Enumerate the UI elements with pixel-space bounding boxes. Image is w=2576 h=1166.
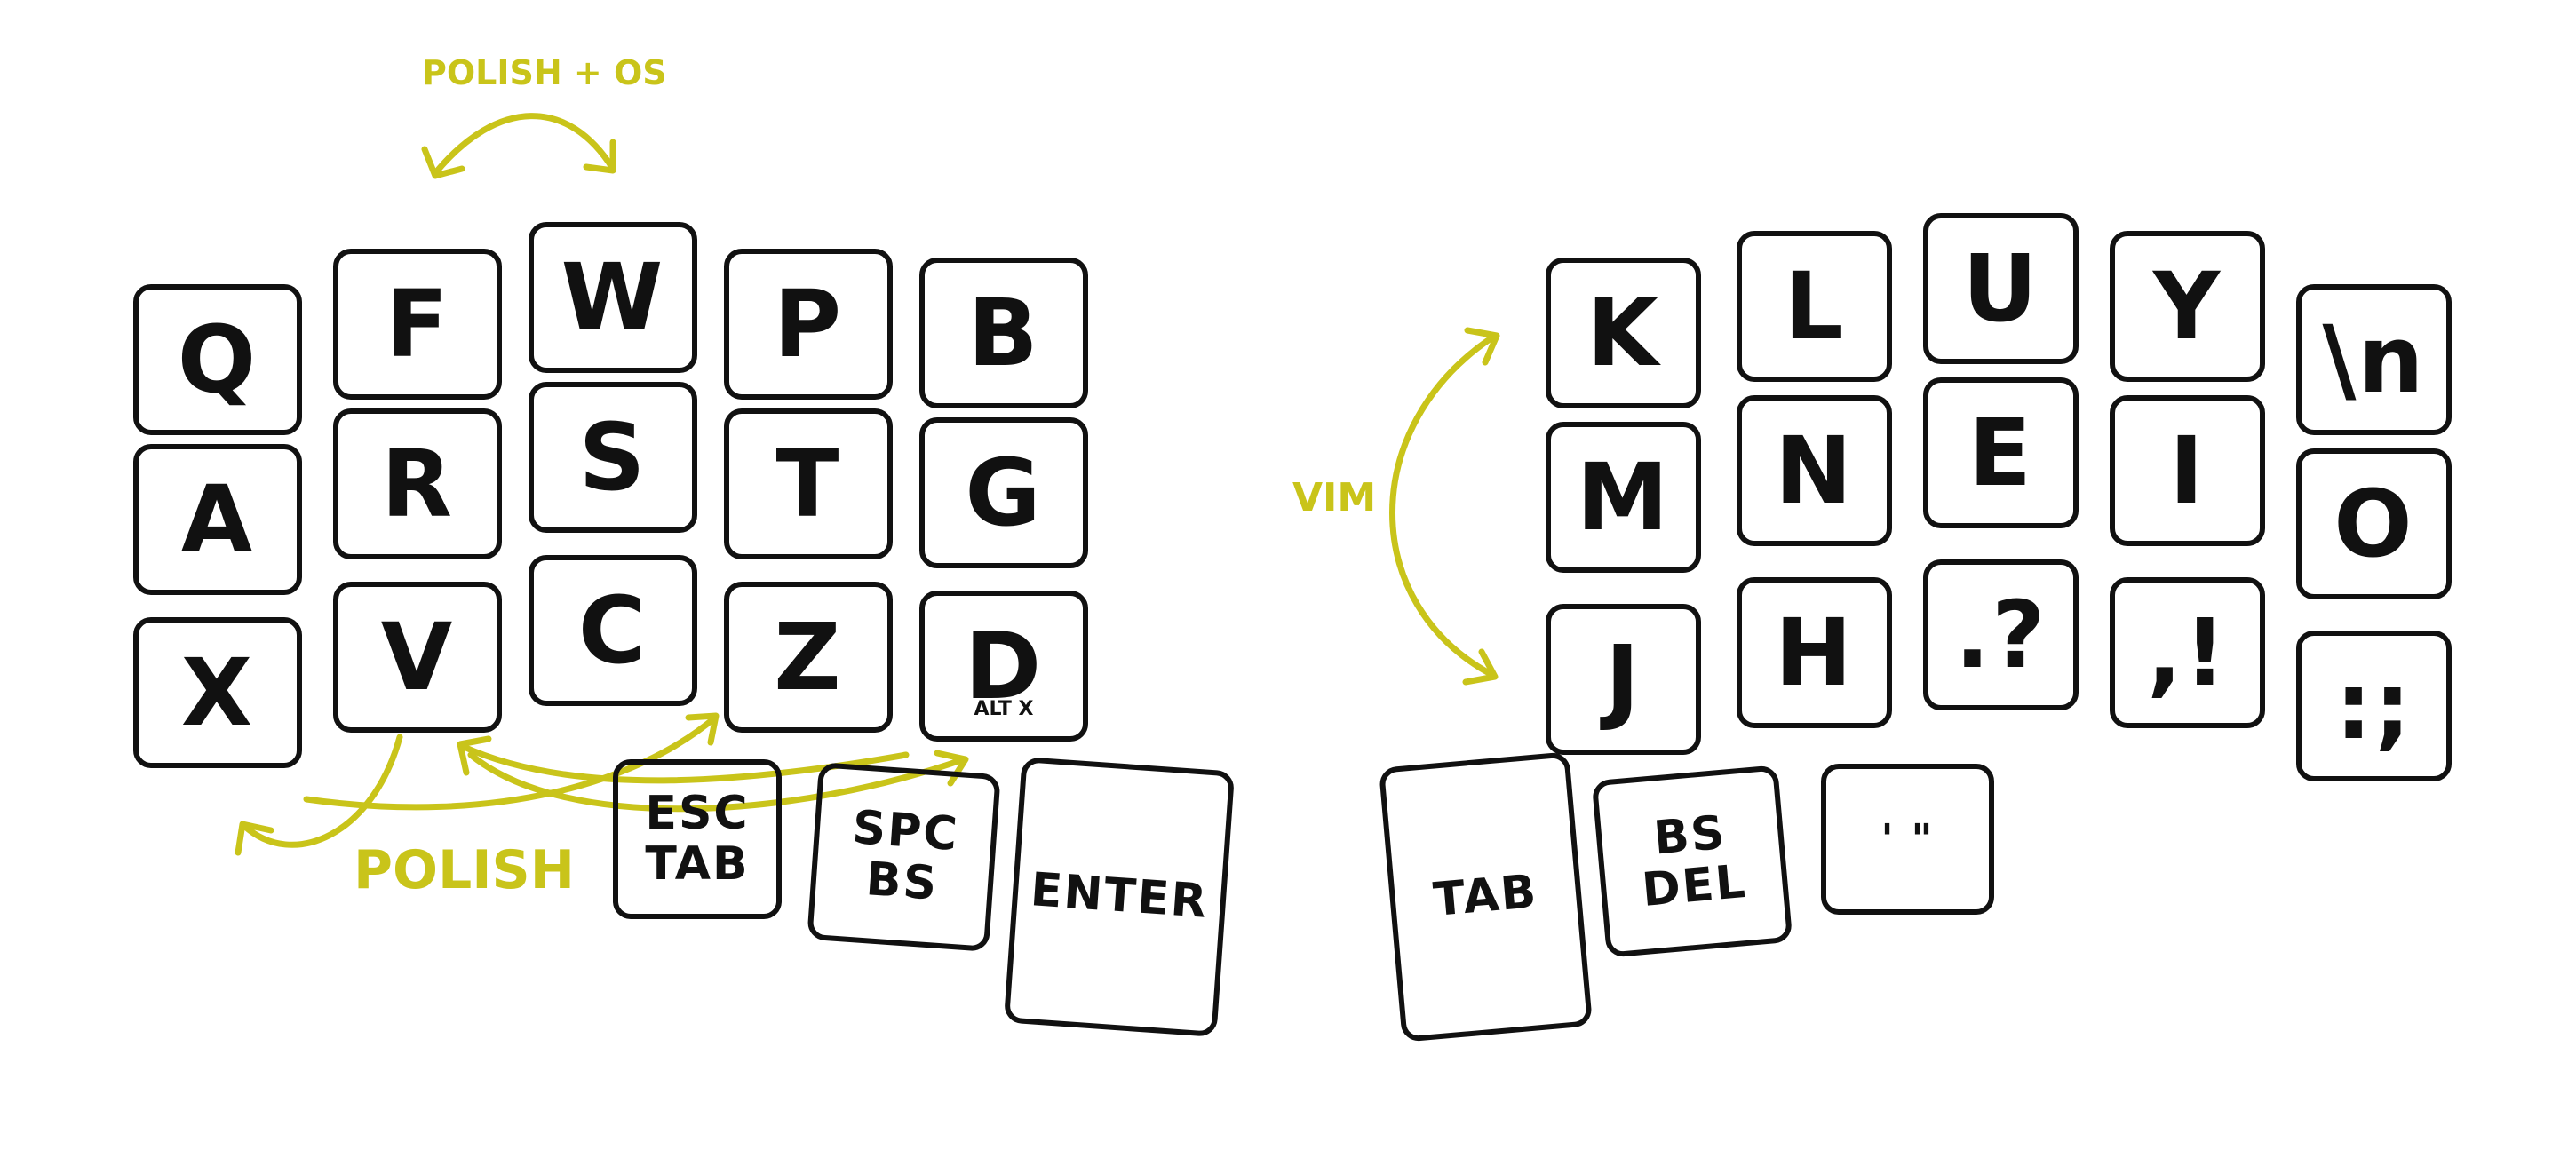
key-label: .? [1954, 581, 2047, 689]
key-i[interactable]: I [2110, 395, 2265, 546]
key-period-question[interactable]: .? [1923, 559, 2079, 710]
key-x[interactable]: X [133, 617, 302, 768]
key-label: H [1774, 599, 1855, 707]
key-label: W [561, 243, 665, 352]
keyboard-layout-sketch: Q F W P B A R S T G X V C Z D ALT X ESC TAB SPC BS ENTER K L U… [0, 0, 2576, 1166]
key-a[interactable]: A [133, 444, 302, 595]
key-o[interactable]: O [2296, 448, 2452, 599]
key-label: L [1784, 252, 1845, 361]
key-label: E [1968, 399, 2034, 507]
key-label: V [380, 603, 455, 711]
key-label: ENTER [1029, 863, 1210, 930]
key-label: TAB [1431, 865, 1540, 928]
key-label: SPC BS [850, 800, 961, 911]
key-label: J [1605, 625, 1642, 734]
key-b[interactable]: B [919, 258, 1088, 408]
key-y[interactable]: Y [2110, 231, 2265, 382]
key-label: G [965, 439, 1043, 547]
key-label: ,! [2147, 599, 2228, 707]
annotation-polish: POLISH [354, 839, 575, 901]
key-bs-del[interactable]: BS DEL [1591, 765, 1793, 958]
key-label: S [578, 403, 648, 512]
key-l[interactable]: L [1737, 231, 1892, 382]
key-d[interactable]: D ALT X [919, 591, 1088, 742]
key-v[interactable]: V [333, 582, 502, 733]
key-quotes[interactable]: ' " [1821, 764, 1994, 915]
key-enter[interactable]: ENTER [1003, 756, 1236, 1038]
key-label: M [1576, 443, 1671, 551]
key-label: \n [2322, 305, 2426, 414]
key-label: I [2169, 416, 2206, 525]
key-q[interactable]: Q [133, 284, 302, 435]
key-label: K [1586, 279, 1660, 387]
key-label: F [385, 270, 450, 378]
key-tab[interactable]: TAB [1378, 751, 1594, 1043]
key-label: U [1962, 234, 2039, 343]
key-z[interactable]: Z [724, 582, 893, 733]
key-label: B [967, 279, 1040, 387]
key-label: T [775, 430, 841, 538]
key-label: ESC TAB [645, 786, 750, 891]
key-label: A [180, 465, 255, 574]
key-u[interactable]: U [1923, 213, 2079, 364]
key-label: ' " [1880, 814, 1935, 863]
key-label: BS DEL [1640, 805, 1749, 917]
key-label: Y [2152, 252, 2222, 361]
key-label: N [1774, 416, 1855, 525]
annotation-polish-os: POLISH + OS [422, 53, 667, 92]
key-label: P [773, 270, 844, 378]
key-label: Q [177, 305, 258, 414]
key-label: X [180, 639, 255, 747]
key-n[interactable]: N [1737, 395, 1892, 546]
key-t[interactable]: T [724, 408, 893, 559]
key-comma-exclaim[interactable]: ,! [2110, 577, 2265, 728]
key-label: Z [774, 603, 843, 711]
key-r[interactable]: R [333, 408, 502, 559]
key-h[interactable]: H [1737, 577, 1892, 728]
key-label: O [2334, 470, 2414, 578]
key-e[interactable]: E [1923, 377, 2079, 528]
key-label: :; [2334, 652, 2413, 760]
key-layer: Q F W P B A R S T G X V C Z D ALT X ESC TAB SPC BS ENTER K L U… [0, 0, 2576, 1166]
key-label: R [380, 430, 455, 538]
key-label: C [577, 576, 648, 685]
key-w[interactable]: W [529, 222, 697, 373]
key-newline[interactable]: \n [2296, 284, 2452, 435]
key-spc-bs[interactable]: SPC BS [807, 762, 1001, 952]
key-f[interactable]: F [333, 249, 502, 400]
key-c[interactable]: C [529, 555, 697, 706]
key-esc-tab[interactable]: ESC TAB [613, 759, 782, 919]
key-g[interactable]: G [919, 417, 1088, 568]
key-p[interactable]: P [724, 249, 893, 400]
key-k[interactable]: K [1546, 258, 1701, 408]
key-colon-semicolon[interactable]: :; [2296, 631, 2452, 781]
key-sublabel: ALT X [974, 698, 1034, 720]
annotation-vim: VIM [1292, 475, 1377, 520]
key-j[interactable]: J [1546, 604, 1701, 755]
key-s[interactable]: S [529, 382, 697, 533]
key-m[interactable]: M [1546, 422, 1701, 573]
